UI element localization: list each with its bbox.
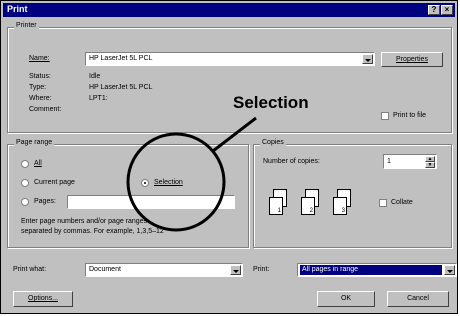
selection-callout-overlay: [126, 116, 257, 232]
callout-pointer-line: [212, 116, 257, 153]
highlight-circle: [126, 132, 226, 232]
print-dialog: Print ? × Printer Name: HP LaserJet 5L P…: [0, 0, 458, 314]
